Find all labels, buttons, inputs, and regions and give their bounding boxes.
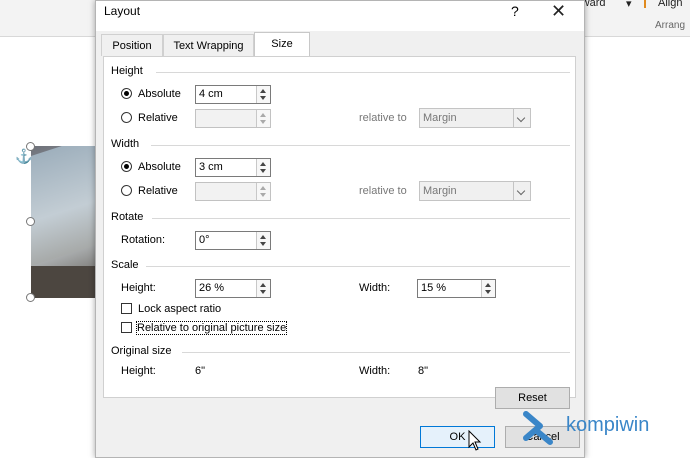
spin-up-icon[interactable] [260,283,266,287]
ribbon-dropdown-icon[interactable]: ▾ [626,0,632,10]
width-group-label: Width [111,138,140,150]
height-absolute-spinner[interactable] [256,86,270,103]
height-absolute-value: 4 cm [199,88,223,100]
width-relative-to-select: Margin [419,181,531,201]
tab-text-wrapping[interactable]: Text Wrapping [163,34,254,56]
scale-height-input[interactable]: 26 % [195,279,271,298]
rotation-label: Rotation: [121,234,166,246]
height-relative-to-value: Margin [423,112,457,124]
width-relative-spinner [256,183,270,200]
resize-handle-middle-left[interactable] [26,217,35,226]
rotation-input[interactable]: 0° [195,231,271,250]
separator [182,352,570,353]
reset-button[interactable]: Reset [495,387,570,409]
spin-down-icon[interactable] [485,290,491,294]
height-relative-to-select: Margin [419,108,531,128]
dialog-titlebar[interactable]: Layout ? ✕ [96,1,584,31]
height-relative-label[interactable]: Relative [138,112,178,124]
spin-up-icon [260,186,266,190]
layout-dialog: Layout ? ✕ Position Text Wrapping Size H… [95,0,585,458]
original-height-label: Height: [121,365,156,377]
chevron-down-icon [513,182,530,200]
ok-button[interactable]: OK [420,426,495,448]
width-absolute-label[interactable]: Absolute [138,161,181,173]
rotation-spinner[interactable] [256,232,270,249]
width-relative-to-value: Margin [423,185,457,197]
width-absolute-radio[interactable] [121,161,132,172]
rotate-group-label: Rotate [111,211,144,223]
original-width-value: 8" [418,365,429,377]
width-absolute-input[interactable]: 3 cm [195,158,271,177]
spin-down-icon [260,120,266,124]
height-absolute-radio[interactable] [121,88,132,99]
height-relative-input [195,109,271,128]
spin-up-icon[interactable] [260,235,266,239]
scale-width-value: 15 % [421,282,447,294]
separator [156,72,570,73]
selected-picture[interactable] [31,146,95,298]
tab-position[interactable]: Position [101,34,163,56]
lock-aspect-ratio-checkbox[interactable] [121,303,132,314]
kompiwin-logo-icon [523,411,553,445]
spin-down-icon[interactable] [260,290,266,294]
scale-height-label: Height: [121,282,156,294]
scale-height-spinner[interactable] [256,280,270,297]
kompiwin-watermark: kompiwin [566,414,650,436]
spin-down-icon[interactable] [260,169,266,173]
resize-handle-top-left[interactable] [26,142,35,151]
relative-original-size-label[interactable]: Relative to original picture size [135,321,288,335]
width-absolute-value: 3 cm [199,161,223,173]
scale-group-label: Scale [111,259,139,271]
original-size-group-label: Original size [111,345,172,357]
picture-floor [31,266,95,298]
scale-width-label: Width: [359,282,391,294]
height-group-label: Height [111,65,143,77]
picture-wall [31,146,95,266]
size-tab-panel: Height Absolute 4 cm Relative relative t… [103,56,576,409]
scale-width-input[interactable]: 15 % [417,279,496,298]
original-height-value: 6" [195,365,206,377]
spin-down-icon[interactable] [260,242,266,246]
width-absolute-spinner[interactable] [256,159,270,176]
width-relative-to-label: relative to [359,185,407,197]
dialog-title: Layout [104,4,141,18]
height-absolute-input[interactable]: 4 cm [195,85,271,104]
resize-handle-bottom-left[interactable] [26,293,35,302]
lock-aspect-ratio-label[interactable]: Lock aspect ratio [138,303,221,315]
original-width-label: Width: [359,365,391,377]
width-relative-input [195,182,271,201]
separator [146,266,570,267]
relative-original-size-checkbox[interactable] [121,322,132,333]
height-relative-spinner [256,110,270,127]
align-icon [644,0,656,8]
scale-width-spinner[interactable] [481,280,495,297]
height-relative-to-label: relative to [359,112,407,124]
ribbon-align-button[interactable]: Align [658,0,682,9]
spin-up-icon[interactable] [260,89,266,93]
tab-size[interactable]: Size [254,32,310,57]
scale-height-value: 26 % [199,282,225,294]
spin-down-icon[interactable] [260,96,266,100]
mouse-pointer-icon [468,430,482,451]
spin-down-icon [260,193,266,197]
chevron-down-icon [513,109,530,127]
ribbon-group-label: Arrang [655,20,686,31]
height-absolute-label[interactable]: Absolute [138,88,181,100]
separator [151,145,570,146]
close-icon[interactable]: ✕ [551,1,566,22]
spin-up-icon[interactable] [485,283,491,287]
spin-up-icon[interactable] [260,162,266,166]
rotation-value: 0° [199,234,210,246]
separator [152,218,570,219]
help-button[interactable]: ? [511,3,519,19]
width-relative-label[interactable]: Relative [138,185,178,197]
width-relative-radio[interactable] [121,185,132,196]
height-relative-radio[interactable] [121,112,132,123]
spin-up-icon [260,113,266,117]
